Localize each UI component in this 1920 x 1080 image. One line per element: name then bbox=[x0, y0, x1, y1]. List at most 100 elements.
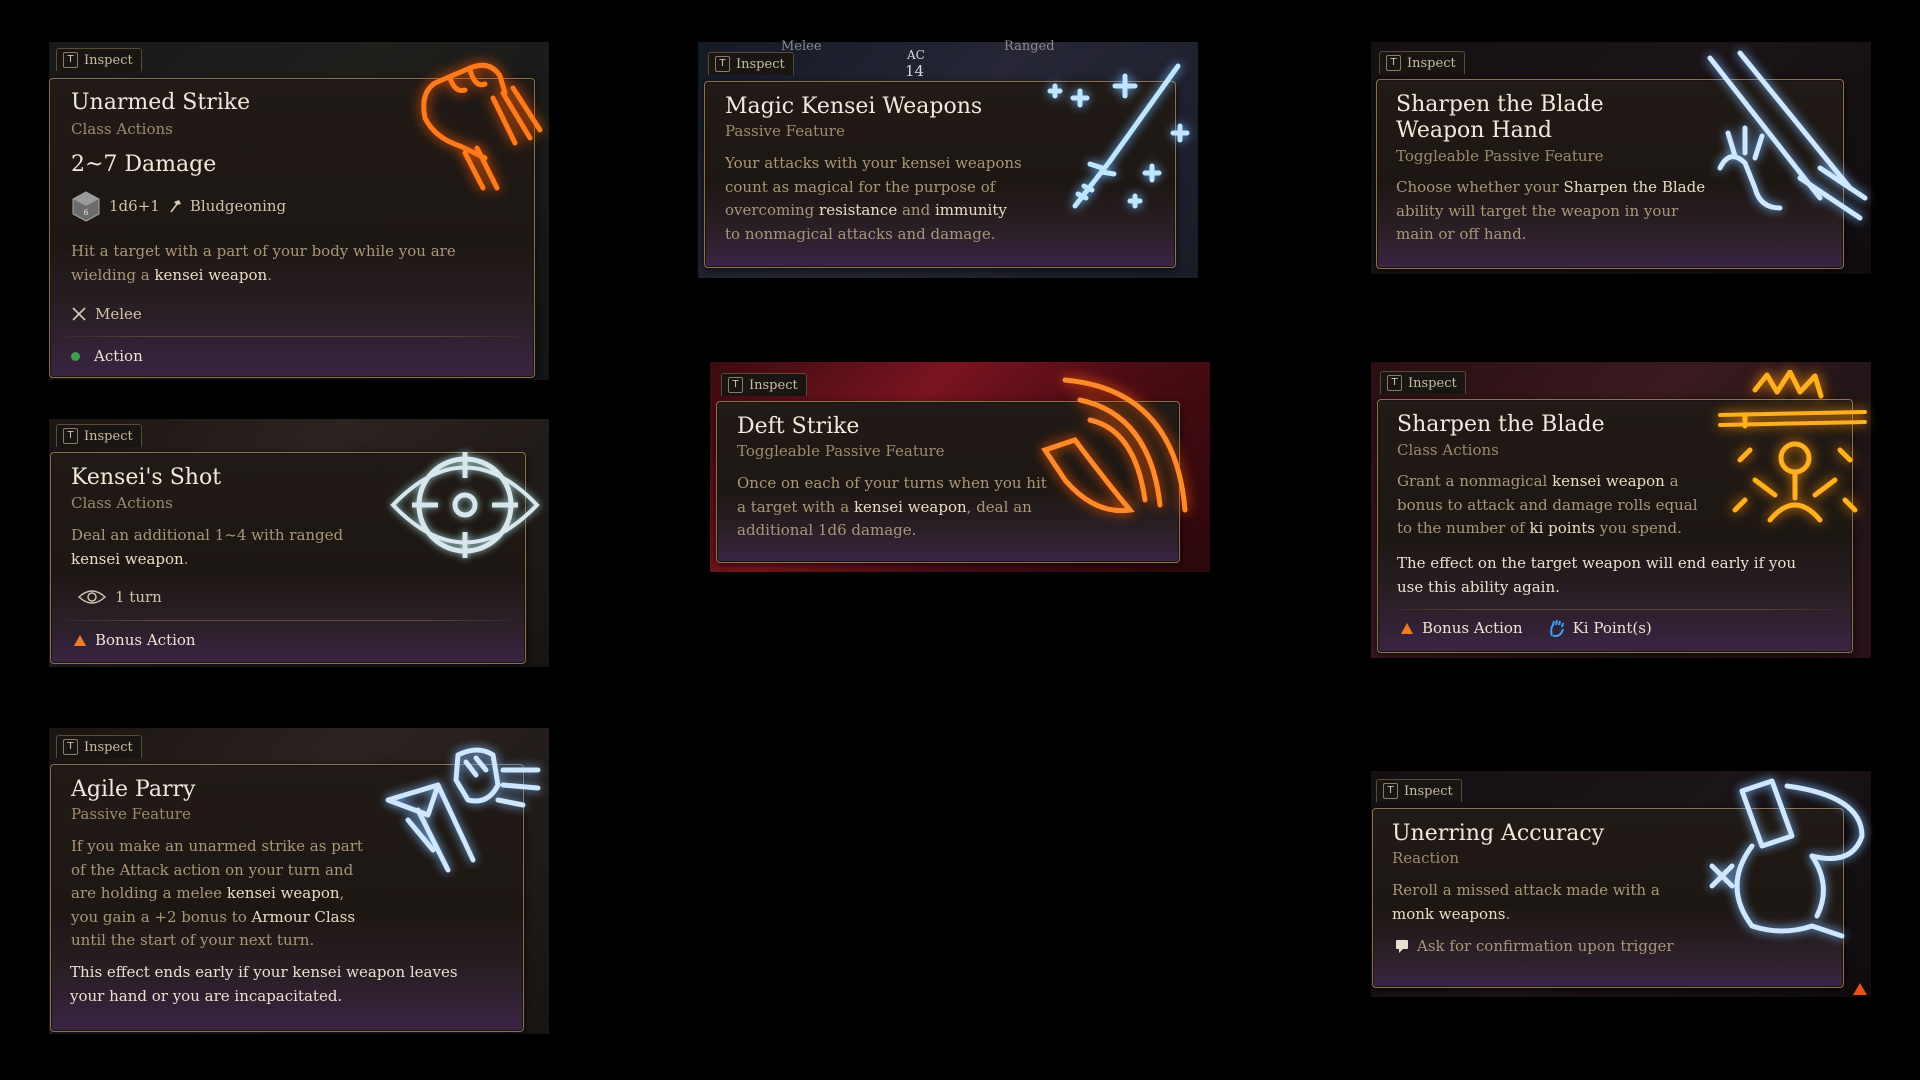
action-green-icon bbox=[71, 351, 80, 361]
card-description: Deal an additional 1~4 with ranged kense… bbox=[71, 524, 381, 571]
resource-label: Ki Point(s) bbox=[1572, 619, 1652, 637]
card-description: Reroll a missed attack made with a monk … bbox=[1392, 879, 1702, 926]
card-subtitle: Class Actions bbox=[71, 120, 173, 138]
key-hint: T bbox=[63, 739, 78, 755]
card-title: Unarmed Strike bbox=[71, 90, 251, 115]
key-hint: T bbox=[1387, 375, 1402, 391]
inspect-tab-agile-parry[interactable]: T Inspect bbox=[56, 735, 142, 758]
inspect-label: Inspect bbox=[1408, 375, 1457, 391]
duration-label: 1 turn bbox=[115, 588, 162, 606]
card-title: Unerring Accuracy bbox=[1392, 821, 1605, 846]
desc-text: you spend. bbox=[1594, 519, 1682, 537]
eye-icon bbox=[77, 587, 107, 607]
svg-text:6: 6 bbox=[83, 208, 88, 217]
dice-icon: 6 bbox=[71, 190, 101, 222]
inspect-tab-magic-kensei[interactable]: T Inspect bbox=[708, 52, 794, 75]
hud-ranged: Ranged bbox=[1004, 39, 1055, 54]
corner-marker-icon bbox=[1853, 983, 1867, 995]
desc-text: Reroll a missed attack made with a bbox=[1392, 881, 1660, 899]
card-extra-note: This effect ends early if your kensei we… bbox=[70, 963, 458, 1005]
slash-fire-icon bbox=[1035, 370, 1195, 540]
key-hint: T bbox=[728, 377, 743, 393]
inspect-tab-sharpen-hand[interactable]: T Inspect bbox=[1379, 51, 1465, 74]
fist-fire-icon bbox=[405, 48, 545, 208]
key-hint: T bbox=[63, 428, 78, 444]
cost-row: Bonus Action bbox=[73, 631, 196, 649]
cost-row: Bonus Action Ki Point(s) bbox=[1400, 619, 1652, 637]
target-eye-icon bbox=[385, 440, 545, 570]
damage-dice-row: 6 1d6+1 Bludgeoning bbox=[71, 190, 286, 222]
desc-keyword: kensei weapon bbox=[154, 265, 268, 284]
card-description: Your attacks with your kensei weapons co… bbox=[725, 152, 1025, 246]
cost-label: Bonus Action bbox=[1422, 619, 1523, 637]
parry-fist-icon bbox=[378, 740, 548, 900]
card-title: Sharpen the Blade Weapon Hand bbox=[1396, 92, 1604, 144]
desc-keyword: Sharpen the Blade bbox=[1563, 178, 1706, 196]
hud-ac-label: AC bbox=[907, 48, 925, 62]
swords-icon bbox=[71, 306, 87, 322]
speech-icon bbox=[1395, 939, 1409, 954]
card-title: Kensei's Shot bbox=[71, 465, 222, 490]
key-hint: T bbox=[715, 56, 730, 72]
desc-keyword: resistance bbox=[819, 201, 898, 219]
cost-row: Action bbox=[71, 347, 143, 365]
inspect-label: Inspect bbox=[736, 56, 785, 72]
desc-keyword: ki points bbox=[1529, 519, 1595, 537]
card-subtitle: Class Actions bbox=[71, 494, 173, 512]
desc-text: to nonmagical attacks and damage. bbox=[725, 224, 996, 243]
desc-keyword: kensei weapon bbox=[71, 549, 184, 568]
bonus-action-icon bbox=[73, 634, 87, 647]
damage-type: Bludgeoning bbox=[189, 197, 287, 215]
inspect-label: Inspect bbox=[749, 377, 798, 393]
desc-text: . bbox=[183, 549, 189, 568]
katana-hand-icon bbox=[1700, 48, 1870, 238]
desc-text: Grant a nonmagical bbox=[1397, 472, 1553, 490]
card-subtitle: Passive Feature bbox=[71, 805, 191, 823]
confirm-row[interactable]: Ask for confirmation upon trigger bbox=[1395, 937, 1674, 955]
desc-keyword: immunity bbox=[934, 201, 1007, 219]
desc-text: and bbox=[897, 201, 935, 219]
card-description: Once on each of your turns when you hit … bbox=[737, 472, 1047, 543]
inspect-tab-unerring-accuracy[interactable]: T Inspect bbox=[1376, 779, 1462, 802]
bonus-action-icon bbox=[1400, 622, 1414, 635]
inspect-tab-kenseis-shot[interactable]: T Inspect bbox=[56, 424, 142, 447]
meditation-blade-icon bbox=[1715, 370, 1875, 540]
inspect-label: Inspect bbox=[84, 428, 133, 444]
inspect-label: Inspect bbox=[84, 52, 133, 68]
desc-text: Deal an additional 1~4 with ranged bbox=[71, 526, 344, 544]
inspect-label: Inspect bbox=[84, 739, 133, 755]
card-title: Magic Kensei Weapons bbox=[725, 94, 983, 119]
ki-hand-icon bbox=[1549, 619, 1565, 637]
card-title: Deft Strike bbox=[737, 414, 860, 439]
key-hint: T bbox=[63, 52, 78, 68]
inspect-label: Inspect bbox=[1404, 783, 1453, 799]
desc-keyword: kensei weapon bbox=[1552, 472, 1665, 490]
divider bbox=[1378, 609, 1852, 610]
damage-range: 2~7 Damage bbox=[71, 152, 217, 177]
range-row: Melee bbox=[71, 305, 142, 323]
inspect-label: Inspect bbox=[1407, 55, 1456, 71]
katana-sparkle-icon bbox=[1030, 56, 1200, 216]
card-title: Sharpen the Blade bbox=[1397, 412, 1605, 437]
card-description: Grant a nonmagical kensei weapon a bonus… bbox=[1397, 470, 1707, 541]
card-description: Choose whether your Sharpen the Blade ab… bbox=[1396, 176, 1706, 247]
inspect-tab-unarmed-strike[interactable]: T Inspect bbox=[56, 48, 142, 71]
hud-ac-value: 14 bbox=[905, 62, 925, 80]
desc-text: . bbox=[1505, 904, 1511, 923]
desc-text: . bbox=[267, 265, 272, 284]
cost-label: Bonus Action bbox=[95, 631, 196, 649]
desc-keyword: kensei weapon bbox=[853, 497, 967, 516]
divider bbox=[50, 336, 534, 337]
card-description: Hit a target with a part of your body wh… bbox=[71, 240, 511, 287]
cost-label: Action bbox=[94, 347, 143, 365]
divider bbox=[51, 620, 525, 621]
inspect-tab-sharpen-blade[interactable]: T Inspect bbox=[1380, 371, 1466, 394]
inspect-tab-deft-strike[interactable]: T Inspect bbox=[721, 373, 807, 396]
desc-text: Choose whether your bbox=[1396, 178, 1564, 196]
key-hint: T bbox=[1386, 55, 1401, 71]
hammer-icon bbox=[168, 199, 182, 213]
duration-row: 1 turn bbox=[77, 587, 162, 607]
card-title: Agile Parry bbox=[71, 777, 196, 802]
card-subtitle: Toggleable Passive Feature bbox=[737, 442, 945, 460]
desc-keyword: kensei weapon bbox=[226, 884, 340, 902]
